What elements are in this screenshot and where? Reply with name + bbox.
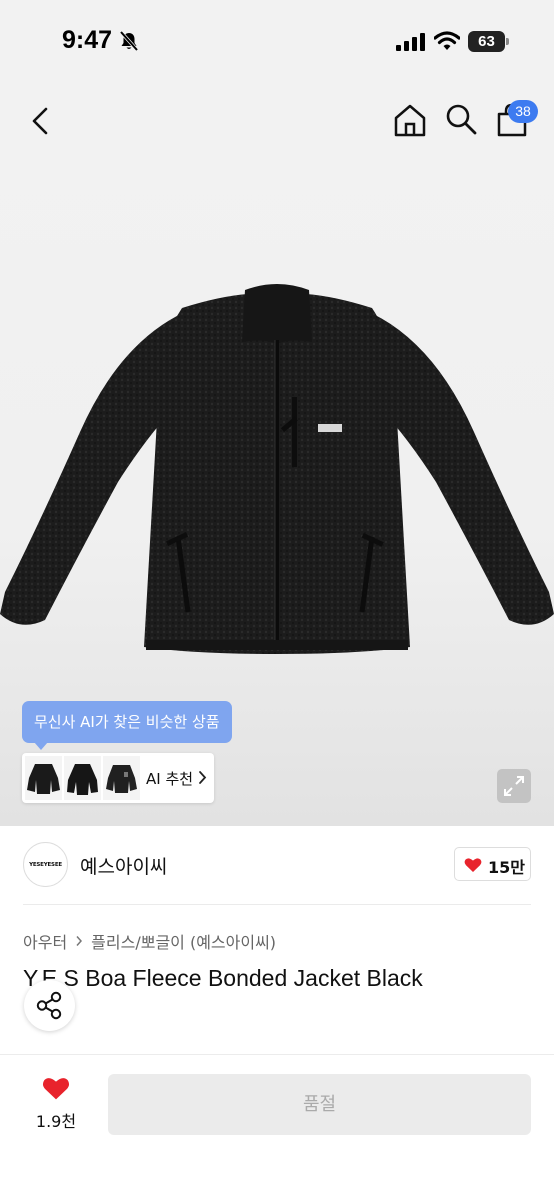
ai-recommend-card[interactable]: AI 추천: [22, 753, 214, 803]
brand-like-button[interactable]: 15만: [454, 847, 531, 881]
breadcrumb: 아우터 플리스/뽀글이 (예스아이씨): [23, 929, 276, 953]
breadcrumb-subcategory[interactable]: 플리스/뽀글이 (예스아이씨): [91, 929, 276, 953]
battery-cap: [506, 38, 509, 45]
product-image-area: 38 무신사 AI가 찾은 비슷한 상품 AI 추천: [0, 82, 554, 826]
home-icon[interactable]: [392, 102, 428, 138]
product-like-button[interactable]: 1.9천: [30, 1074, 82, 1134]
ai-thumbnail[interactable]: [103, 756, 140, 800]
expand-arrows-icon: [504, 776, 524, 796]
cart-count-badge: 38: [508, 100, 538, 123]
product-like-count: 1.9천: [35, 1112, 77, 1131]
brand-logo[interactable]: YESEYESEE: [23, 842, 68, 887]
wifi-icon: [434, 31, 460, 50]
bell-off-icon: [119, 30, 139, 52]
ai-recommend-tooltip: 무신사 AI가 찾은 비슷한 상품: [22, 701, 232, 750]
breadcrumb-category[interactable]: 아우터: [23, 929, 67, 953]
heart-icon: [464, 858, 482, 872]
status-time: 9:47: [62, 26, 113, 54]
chevron-right-icon: [76, 936, 83, 946]
ai-thumbnail[interactable]: [64, 756, 101, 800]
search-icon[interactable]: [444, 102, 478, 136]
brand-name[interactable]: 예스아이씨: [80, 852, 167, 879]
ai-thumbnail[interactable]: [25, 756, 62, 800]
brand-like-count: 15만: [488, 858, 525, 877]
heart-icon: [42, 1078, 70, 1100]
expand-image-button[interactable]: [497, 769, 531, 803]
share-icon: [36, 991, 62, 1020]
share-button[interactable]: [24, 980, 75, 1031]
ai-recommend-label: AI 추천: [146, 770, 194, 788]
battery-indicator: 63: [468, 31, 510, 52]
divider: [0, 1054, 554, 1055]
product-title: Y.E.S Boa Fleece Bonded Jacket Black: [23, 965, 423, 991]
chevron-right-icon: [199, 771, 207, 784]
sold-out-button[interactable]: 품절: [108, 1074, 531, 1135]
divider: [23, 904, 531, 905]
status-bar: 9:47 63: [0, 0, 554, 82]
battery-level: 63: [468, 31, 505, 52]
jacket-product-image: [0, 284, 554, 654]
cellular-signal-icon: [396, 33, 425, 51]
back-chevron-icon[interactable]: [26, 104, 54, 138]
